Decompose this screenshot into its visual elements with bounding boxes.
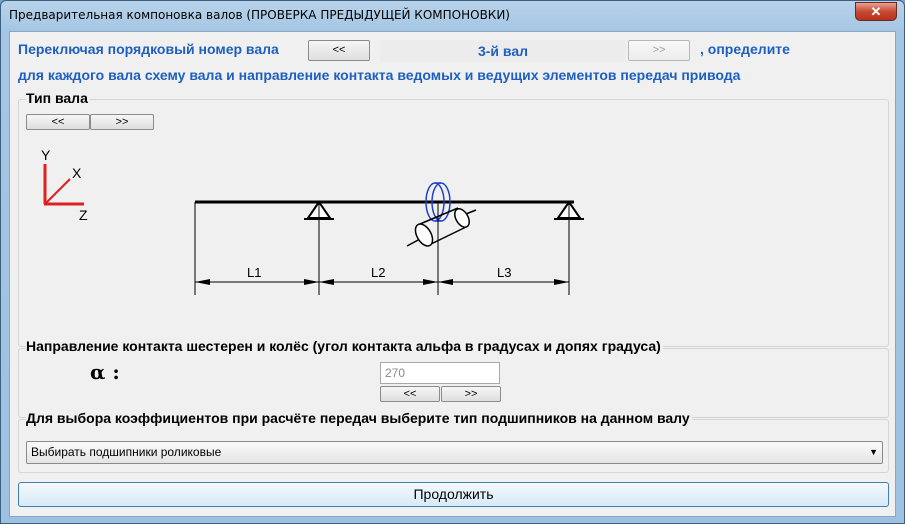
prev-shaft-type-button[interactable]: << [26, 114, 90, 130]
contact-angle-field[interactable]: 270 [380, 362, 500, 384]
dimension-label-l1: L1 [247, 265, 261, 280]
bearing-type-select[interactable]: Выбирать подшипники роликовые ▼ [26, 441, 883, 464]
instruction-text-right: , определите [700, 41, 790, 57]
window-title: Предварительная компоновка валов (ПРОВЕР… [9, 8, 510, 22]
instruction-text-line2: для каждого вала схему вала и направлени… [18, 67, 741, 83]
contact-title: Направление контакта шестерен и колёс (у… [26, 338, 663, 354]
bearing-type-value: Выбирать подшипники роликовые [31, 445, 222, 459]
shaft-diagram: Y X Z L1 L2 L3 [41, 147, 584, 295]
alpha-label: α : [90, 360, 120, 384]
axes-icon: Y X Z [41, 147, 88, 223]
client-area: Переключая порядковый номер вала << 3-й … [9, 31, 896, 517]
continue-button[interactable]: Продолжить [18, 482, 889, 507]
prev-angle-button[interactable]: << [380, 386, 440, 402]
pinion-icon [406, 207, 477, 247]
bearing-title: Для выбора коэффициентов при расчёте пер… [26, 410, 692, 426]
shaft-type-title: Тип вала [26, 90, 90, 106]
dimension-label-l3: L3 [497, 265, 511, 280]
axis-y-label: Y [41, 147, 51, 163]
axis-z-label: Z [79, 207, 88, 223]
title-bar[interactable]: Предварительная компоновка валов (ПРОВЕР… [1, 1, 904, 29]
next-shaft-button[interactable]: >> [628, 40, 690, 61]
close-button[interactable]: ✕ [855, 2, 897, 21]
chevron-down-icon[interactable]: ▼ [869, 442, 878, 463]
dimension-label-l2: L2 [371, 265, 385, 280]
axis-x-label: X [72, 165, 82, 181]
shaft-number-label: 3-й вал [380, 40, 626, 62]
instruction-text-left: Переключая порядковый номер вала [18, 41, 279, 57]
next-shaft-type-button[interactable]: >> [90, 114, 154, 130]
main-window: Предварительная компоновка валов (ПРОВЕР… [0, 0, 905, 524]
prev-shaft-button[interactable]: << [308, 40, 370, 61]
next-angle-button[interactable]: >> [441, 386, 501, 402]
